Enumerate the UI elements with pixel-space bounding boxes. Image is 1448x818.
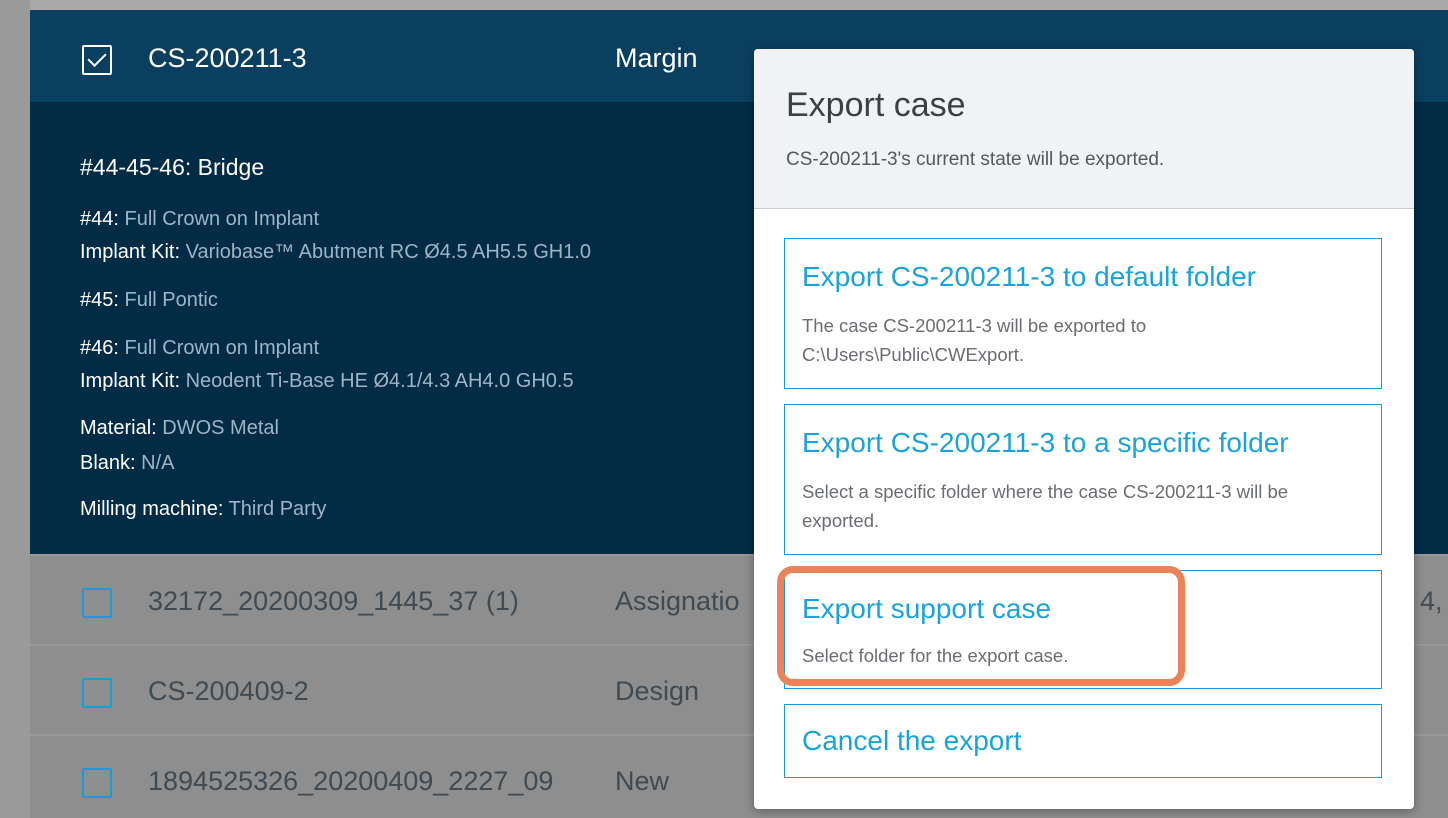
dialog-subtitle: CS-200211-3's current state will be expo…: [786, 149, 1165, 170]
option-description: The case CS-200211-3 will be exported to…: [802, 315, 1147, 365]
export-default-folder-button[interactable]: Export CS-200211-3 to default folder The…: [784, 238, 1382, 389]
implant-kit-44-line: Implant Kit: Variobase™ Abutment RC Ø4.5…: [80, 241, 591, 264]
cancel-export-button[interactable]: Cancel the export: [784, 704, 1382, 778]
detail-value: Neodent Ti-Base HE Ø4.1/4.3 AH4.0 GH0.5: [185, 370, 574, 392]
detail-label: Blank:: [80, 452, 136, 474]
case-checkbox[interactable]: [82, 588, 112, 618]
detail-value: Full Crown on Implant: [124, 337, 320, 359]
export-specific-folder-button[interactable]: Export CS-200211-3 to a specific folder …: [784, 404, 1382, 555]
blank-line: Blank: N/A: [80, 452, 175, 475]
tooth-45-line: #45: Full Pontic: [80, 289, 218, 312]
case-extra: 4, 4: [1420, 586, 1448, 616]
case-name: 32172_20200309_1445_37 (1): [148, 586, 519, 616]
option-description: Select a specific folder where the case …: [802, 481, 1289, 531]
case-checkbox[interactable]: [82, 678, 112, 708]
window-left-edge: [0, 0, 30, 818]
option-title: Export CS-200211-3 to a specific folder: [802, 427, 1289, 458]
restoration-title: #44-45-46: Bridge: [80, 154, 265, 180]
option-title: Cancel the export: [802, 725, 1022, 756]
dialog-title: Export case: [786, 86, 966, 124]
implant-kit-46-line: Implant Kit: Neodent Ti-Base HE Ø4.1/4.3…: [80, 370, 574, 393]
detail-label: #45:: [80, 289, 119, 311]
export-support-case-button[interactable]: Export support case Select folder for th…: [784, 570, 1382, 689]
export-case-dialog: Export case CS-200211-3's current state …: [754, 49, 1414, 809]
material-line: Material: DWOS Metal: [80, 417, 279, 440]
option-title: Export CS-200211-3 to default folder: [802, 261, 1256, 292]
case-stage: Design: [615, 676, 700, 706]
case-checkbox[interactable]: [82, 768, 112, 798]
case-stage: Assignatio: [615, 586, 740, 616]
case-name: CS-200211-3: [148, 43, 307, 73]
detail-label: Milling machine:: [80, 498, 224, 520]
tooth-46-line: #46: Full Crown on Implant: [80, 337, 319, 360]
detail-value: Variobase™ Abutment RC Ø4.5 AH5.5 GH1.0: [185, 241, 591, 263]
detail-value: DWOS Metal: [162, 417, 279, 439]
window-top-edge: [0, 0, 1448, 10]
milling-machine-line: Milling machine: Third Party: [80, 498, 326, 521]
detail-value: Full Crown on Implant: [124, 208, 320, 230]
case-name: CS-200409-2: [148, 676, 309, 706]
detail-label: Implant Kit:: [80, 241, 181, 263]
option-title: Export support case: [802, 593, 1052, 624]
case-stage: Margin: [615, 43, 698, 73]
detail-label: #44:: [80, 208, 119, 230]
case-checkbox-checked[interactable]: [82, 45, 112, 75]
detail-value: N/A: [141, 452, 175, 474]
detail-label: Implant Kit:: [80, 370, 181, 392]
option-description: Select folder for the export case.: [802, 645, 1069, 666]
tooth-44-line: #44: Full Crown on Implant: [80, 208, 319, 231]
detail-label: #46:: [80, 337, 119, 359]
detail-value: Full Pontic: [124, 289, 218, 311]
case-stage: New: [615, 766, 670, 796]
detail-label: Material:: [80, 417, 157, 439]
case-name: 1894525326_20200409_2227_09: [148, 766, 554, 796]
detail-value: Third Party: [228, 498, 327, 520]
dialog-header: Export case CS-200211-3's current state …: [754, 49, 1414, 209]
